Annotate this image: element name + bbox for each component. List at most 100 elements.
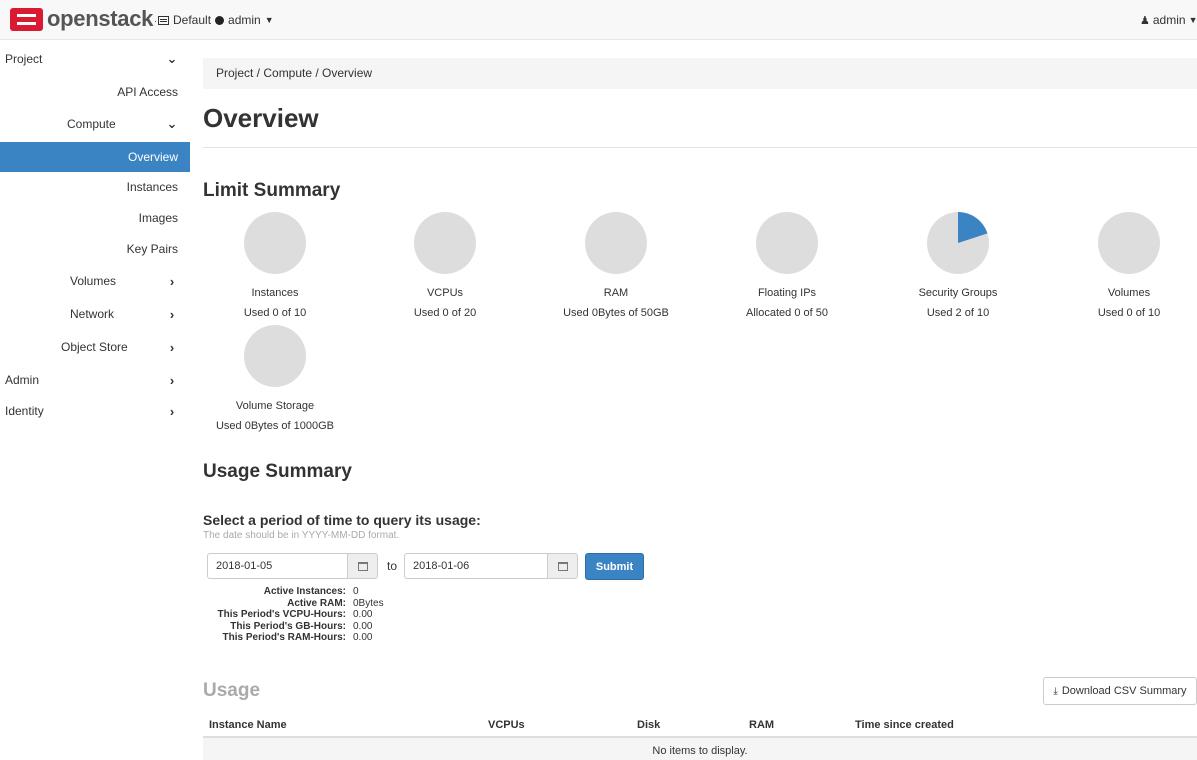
stat-row: Active Instances: 0 [199, 586, 384, 598]
user-icon: ♟ [1140, 14, 1150, 27]
pie-graphic [244, 325, 306, 387]
pie-usage: Used 0Bytes of 50GB [563, 307, 669, 319]
sidebar-item-api-access[interactable]: API Access [0, 77, 190, 107]
limit-summary-heading: Limit Summary [203, 180, 341, 201]
column-header-disk[interactable]: Disk [637, 719, 660, 731]
pie-chart-security-groups: Security Groups Used 2 of 10 [888, 212, 1028, 319]
sidebar-item-label: Instances [126, 180, 178, 194]
pie-label: Floating IPs [757, 287, 817, 299]
usage-table: Instance Name VCPUs Disk RAM Time since … [203, 712, 1197, 760]
sidebar-item-label: Compute [67, 117, 116, 131]
download-csv-label: Download CSV Summary [1061, 685, 1187, 697]
sidebar-item-label: Admin [5, 373, 40, 387]
sidebar-item-network[interactable]: Network › [0, 299, 190, 329]
submit-button[interactable]: Submit [585, 553, 644, 580]
sidebar-item-project[interactable]: Project ⌄ [0, 44, 190, 74]
date-range-to: to [387, 559, 398, 573]
column-header-time-since-created[interactable]: Time since created [855, 719, 954, 731]
stat-value: 0Bytes [353, 597, 384, 609]
sidebar-item-key-pairs[interactable]: Key Pairs [0, 234, 190, 264]
sidebar-item-label: Images [138, 211, 178, 225]
pie-label: Instances [251, 287, 299, 299]
pie-usage: Used 0Bytes of 1000GB [215, 420, 334, 432]
sidebar-item-label: Overview [127, 150, 178, 164]
pie-label: VCPUs [426, 287, 464, 299]
brand-name: openstack [47, 6, 154, 31]
pie-usage: Used 0 of 10 [1097, 307, 1161, 319]
caret-down-icon: ▼ [1188, 15, 1197, 25]
start-date-input[interactable] [207, 553, 348, 579]
pie-label: Volume Storage [235, 400, 315, 412]
stat-row: This Period's RAM-Hours: 0.00 [199, 632, 384, 644]
start-date-group [207, 553, 378, 579]
pie-graphic [1098, 212, 1160, 274]
end-date-group [404, 553, 578, 579]
sidebar-item-identity[interactable]: Identity › [0, 396, 190, 426]
end-date-input[interactable] [404, 553, 548, 579]
chevron-right-icon: › [169, 372, 175, 388]
sidebar-item-label: Volumes [70, 274, 117, 288]
chevron-right-icon: › [169, 403, 175, 419]
top-navbar: openstack . Default admin ▼ ♟ admin ▼ [0, 0, 1197, 40]
date-format-hint: The date should be in YYYY-MM-DD format. [203, 530, 400, 541]
column-header-instance-name[interactable]: Instance Name [209, 719, 287, 731]
sidebar-item-compute[interactable]: Compute ⌄ [0, 109, 190, 139]
project-name: admin [228, 13, 261, 27]
chevron-right-icon: › [169, 339, 175, 355]
sidebar-item-instances[interactable]: Instances [0, 172, 190, 202]
end-date-calendar-button[interactable] [548, 553, 578, 579]
pie-background [244, 325, 306, 387]
pie-label: RAM [603, 287, 629, 299]
pie-usage: Used 2 of 10 [926, 307, 990, 319]
project-switcher[interactable]: Default admin ▼ [158, 13, 274, 27]
openstack-logo[interactable]: openstack . [10, 6, 157, 32]
stat-value: 0 [353, 586, 359, 597]
period-heading: Select a period of time to query its usa… [203, 512, 481, 528]
stat-row: This Period's GB-Hours: 0.00 [199, 621, 384, 633]
pie-chart-vcpus: VCPUs Used 0 of 20 [375, 212, 515, 319]
calendar-icon [557, 561, 568, 571]
pie-chart-ram: RAM Used 0Bytes of 50GB [546, 212, 686, 319]
pie-graphic [585, 212, 647, 274]
pie-background [1098, 212, 1160, 274]
sidebar-item-label: Key Pairs [126, 242, 178, 256]
pie-graphic [244, 212, 306, 274]
empty-table-message: No items to display. [203, 738, 1197, 760]
breadcrumb[interactable]: Project / Compute / Overview [203, 58, 1197, 89]
pie-background [585, 212, 647, 274]
pie-usage: Used 0 of 10 [243, 307, 307, 319]
sidebar-item-label: Network [70, 307, 115, 321]
stat-key: This Period's GB-Hours: [230, 620, 346, 632]
sidebar-item-label: Identity [5, 404, 44, 418]
stat-key: Active RAM: [287, 597, 346, 609]
chevron-down-icon: ⌄ [166, 51, 178, 66]
openstack-logo-icon [10, 7, 43, 31]
sidebar-item-label: API Access [117, 85, 178, 99]
sidebar-item-images[interactable]: Images [0, 203, 190, 233]
usage-heading: Usage [203, 680, 261, 701]
start-date-calendar-button[interactable] [348, 553, 378, 579]
sidebar-item-overview[interactable]: Overview [0, 142, 190, 172]
download-csv-button[interactable]: ⤓ Download CSV Summary [1043, 677, 1197, 705]
stat-row: Active RAM: 0Bytes [199, 597, 384, 610]
brand-dot: . [154, 13, 157, 25]
title-divider [203, 147, 1197, 148]
pie-graphic [927, 212, 989, 274]
stat-key: This Period's VCPU-Hours: [217, 609, 346, 620]
column-header-ram[interactable]: RAM [749, 719, 774, 731]
sidebar-item-object-store[interactable]: Object Store › [0, 332, 190, 362]
download-icon: ⤓ [1053, 685, 1058, 697]
pie-chart-instances: Instances Used 0 of 10 [205, 212, 345, 319]
sidebar-item-admin[interactable]: Admin › [0, 365, 190, 395]
pie-label: Security Groups [918, 287, 998, 299]
usage-summary-heading: Usage Summary [203, 461, 352, 482]
pie-background [244, 212, 306, 274]
stat-row: This Period's VCPU-Hours: 0.00 [199, 609, 384, 621]
user-name: admin [1152, 13, 1186, 27]
column-header-vcpus[interactable]: VCPUs [488, 719, 525, 731]
table-header: Instance Name VCPUs Disk RAM Time since … [203, 712, 1197, 738]
pie-chart-floating-ips: Floating IPs Allocated 0 of 50 [717, 212, 857, 319]
user-menu[interactable]: ♟ admin ▼ [1140, 13, 1197, 27]
pie-chart-volumes: Volumes Used 0 of 10 [1059, 212, 1197, 319]
sidebar-item-volumes[interactable]: Volumes › [0, 266, 190, 296]
